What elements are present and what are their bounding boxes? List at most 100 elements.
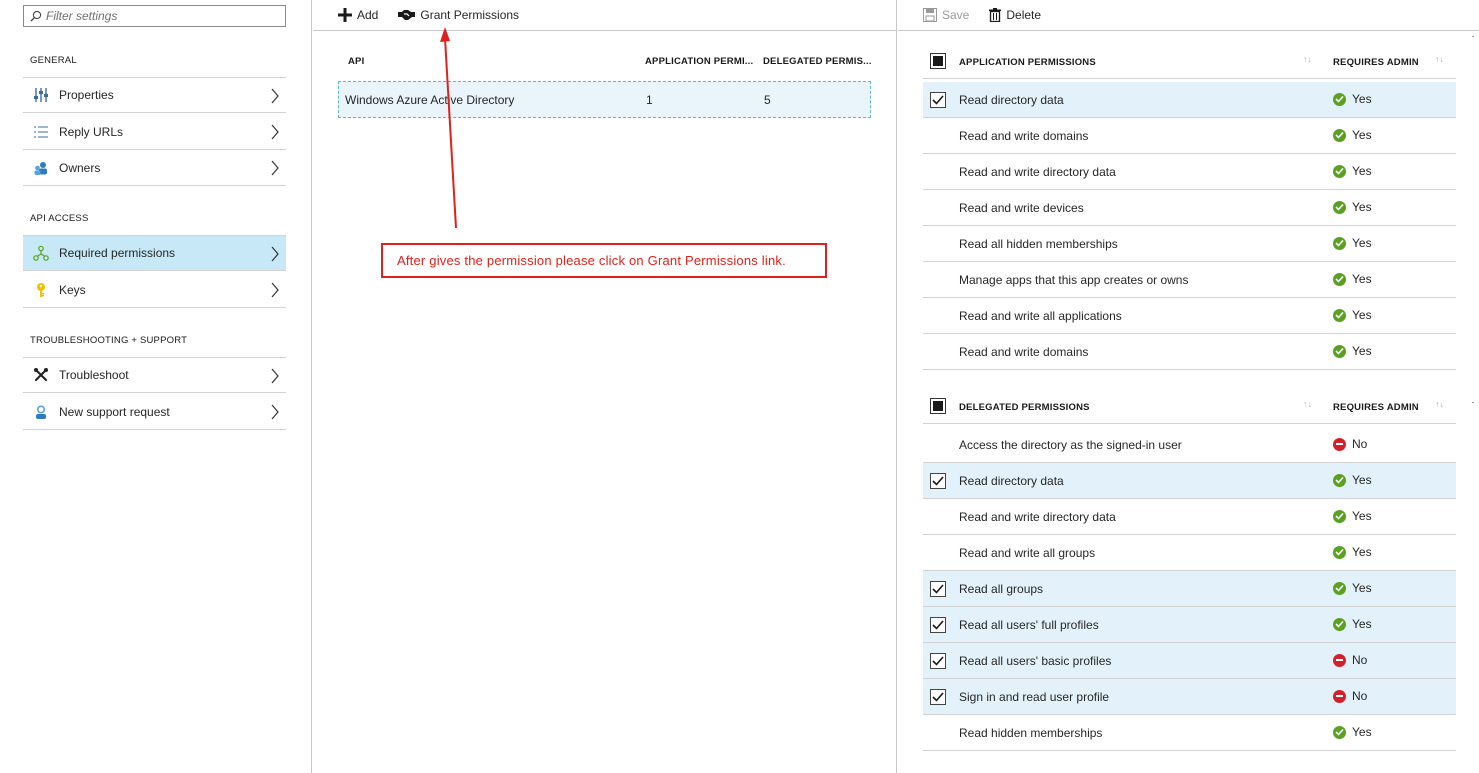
requires-admin-status: Yes [1333, 164, 1372, 178]
permission-row[interactable]: Access the directory as the signed-in us… [923, 427, 1456, 463]
filter-settings-field[interactable] [23, 5, 286, 27]
application-permissions-header: APPLICATION PERMISSIONS ↑↓ REQUIRES ADMI… [923, 43, 1456, 79]
permission-row[interactable]: Read all groups Yes [923, 571, 1456, 607]
menu-item-new-support-request[interactable]: New support request [23, 394, 286, 430]
sort-icon[interactable]: ↑↓ [1303, 399, 1312, 409]
permission-checkbox[interactable] [930, 617, 946, 633]
troubleshoot-icon [32, 366, 50, 384]
permission-row[interactable]: Read all users' full profiles Yes [923, 607, 1456, 643]
permission-row[interactable]: Read hidden memberships Yes [923, 715, 1456, 751]
check-circle-icon [1333, 473, 1346, 487]
check-circle-icon [1333, 545, 1346, 559]
permission-row[interactable]: Read and write devices Yes [923, 190, 1456, 226]
requires-admin-status: Yes [1333, 272, 1372, 286]
requires-admin-status: Yes [1333, 128, 1372, 142]
permission-row[interactable]: Read and write domains Yes [923, 334, 1456, 370]
enable-access-blade: Save Delete APPLICATION PERMISSIONS ↑↓ R… [898, 0, 1479, 773]
scrollbar-marker [1472, 36, 1474, 37]
check-circle-icon [1333, 272, 1346, 286]
settings-blade: GENERAL Properties Reply URLs Owners API… [0, 0, 312, 773]
menu-item-required-permissions[interactable]: Required permissions [23, 235, 286, 271]
chevron-right-icon [271, 246, 279, 262]
requires-admin-value: Yes [1352, 92, 1372, 106]
delegated-permissions-header: DELEGATED PERMISSIONS ↑↓ REQUIRES ADMIN … [923, 388, 1456, 424]
permission-row[interactable]: Sign in and read user profile No [923, 679, 1456, 715]
requires-admin-header[interactable]: REQUIRES ADMIN [1333, 57, 1419, 68]
permission-checkbox[interactable] [930, 653, 946, 669]
application-permissions-cell: 1 [646, 93, 653, 107]
requires-admin-status: Yes [1333, 473, 1372, 487]
delegated-permissions-cell: 5 [764, 93, 771, 107]
requires-admin-value: Yes [1352, 272, 1372, 286]
section-api-access: API ACCESS [30, 213, 89, 224]
permission-row[interactable]: Manage apps that this app creates or own… [923, 262, 1456, 298]
permission-row[interactable]: Read and write all applications Yes [923, 298, 1456, 334]
sort-icon[interactable]: ↑↓ [1303, 54, 1312, 64]
trash-icon [989, 8, 1002, 22]
menu-item-owners[interactable]: Owners [23, 150, 286, 186]
column-header-application-permissions[interactable]: APPLICATION PERMI... [645, 56, 753, 67]
menu-item-troubleshoot[interactable]: Troubleshoot [23, 357, 286, 393]
select-all-application-checkbox[interactable] [930, 53, 946, 69]
permission-row[interactable]: Read and write directory data Yes [923, 499, 1456, 535]
permission-row[interactable]: Read directory data Yes [923, 463, 1456, 499]
requires-admin-status: No [1333, 437, 1367, 451]
blocked-icon [1333, 437, 1346, 451]
permission-name: Read and write all groups [959, 546, 1096, 560]
permission-name: Read all hidden memberships [959, 237, 1118, 251]
permission-name: Sign in and read user profile [959, 690, 1110, 704]
checkmark-icon [932, 584, 944, 594]
permission-name: Read all users' basic profiles [959, 654, 1112, 668]
permission-checkbox[interactable] [930, 92, 946, 108]
select-all-delegated-checkbox[interactable] [930, 398, 946, 414]
requires-admin-value: No [1352, 689, 1368, 703]
permission-name: Read all users' full profiles [959, 618, 1099, 632]
requires-admin-header[interactable]: REQUIRES ADMIN [1333, 402, 1419, 413]
checkmark-icon [932, 656, 944, 666]
command-bar: Add Grant Permissions [338, 0, 539, 30]
requires-admin-status: Yes [1333, 617, 1372, 631]
menu-item-reply-urls[interactable]: Reply URLs [23, 114, 286, 150]
check-circle-icon [1333, 725, 1346, 739]
requires-admin-value: Yes [1352, 545, 1372, 559]
sort-icon[interactable]: ↑↓ [1435, 399, 1444, 409]
save-icon [923, 8, 937, 22]
check-circle-icon [1333, 164, 1346, 178]
table-row[interactable]: Windows Azure Active Directory 1 5 [338, 81, 871, 118]
filter-settings-input[interactable] [46, 9, 276, 23]
permission-checkbox[interactable] [930, 581, 946, 597]
add-button[interactable]: Add [338, 8, 378, 22]
requires-admin-value: Yes [1352, 509, 1372, 523]
permission-checkbox[interactable] [930, 689, 946, 705]
requires-admin-status: No [1333, 689, 1367, 703]
requires-admin-value: Yes [1352, 617, 1372, 631]
menu-item-keys[interactable]: Keys [23, 272, 286, 308]
save-button[interactable]: Save [923, 8, 969, 22]
properties-icon [32, 86, 50, 104]
permission-row[interactable]: Read and write directory data Yes [923, 154, 1456, 190]
permission-row[interactable]: Read and write all groups Yes [923, 535, 1456, 571]
checkmark-icon [932, 692, 944, 702]
permission-name: Read and write domains [959, 345, 1089, 359]
requires-admin-status: Yes [1333, 308, 1372, 322]
requires-admin-status: No [1333, 653, 1367, 667]
menu-item-properties[interactable]: Properties [23, 77, 286, 113]
delegated-permissions-title: DELEGATED PERMISSIONS [959, 402, 1090, 413]
permission-name: Read and write directory data [959, 510, 1116, 524]
delete-button[interactable]: Delete [989, 8, 1041, 22]
permission-checkbox[interactable] [930, 473, 946, 489]
permission-row[interactable]: Read directory data Yes [923, 82, 1456, 118]
requires-admin-status: Yes [1333, 725, 1372, 739]
permission-row[interactable]: Read all users' basic profiles No [923, 643, 1456, 679]
permission-row[interactable]: Read all hidden memberships Yes [923, 226, 1456, 262]
sort-icon[interactable]: ↑↓ [1435, 54, 1444, 64]
handshake-icon [398, 10, 416, 20]
grant-permissions-button[interactable]: Grant Permissions [398, 8, 519, 22]
column-header-api[interactable]: API [348, 56, 364, 67]
required-permissions-blade: Add Grant Permissions API APPLICATION PE… [313, 0, 897, 773]
permission-row[interactable]: Read and write domains Yes [923, 118, 1456, 154]
column-header-delegated-permissions[interactable]: DELEGATED PERMIS... [763, 56, 872, 67]
permission-name: Read directory data [959, 474, 1064, 488]
requires-admin-value: Yes [1352, 473, 1372, 487]
requires-admin-value: Yes [1352, 581, 1372, 595]
